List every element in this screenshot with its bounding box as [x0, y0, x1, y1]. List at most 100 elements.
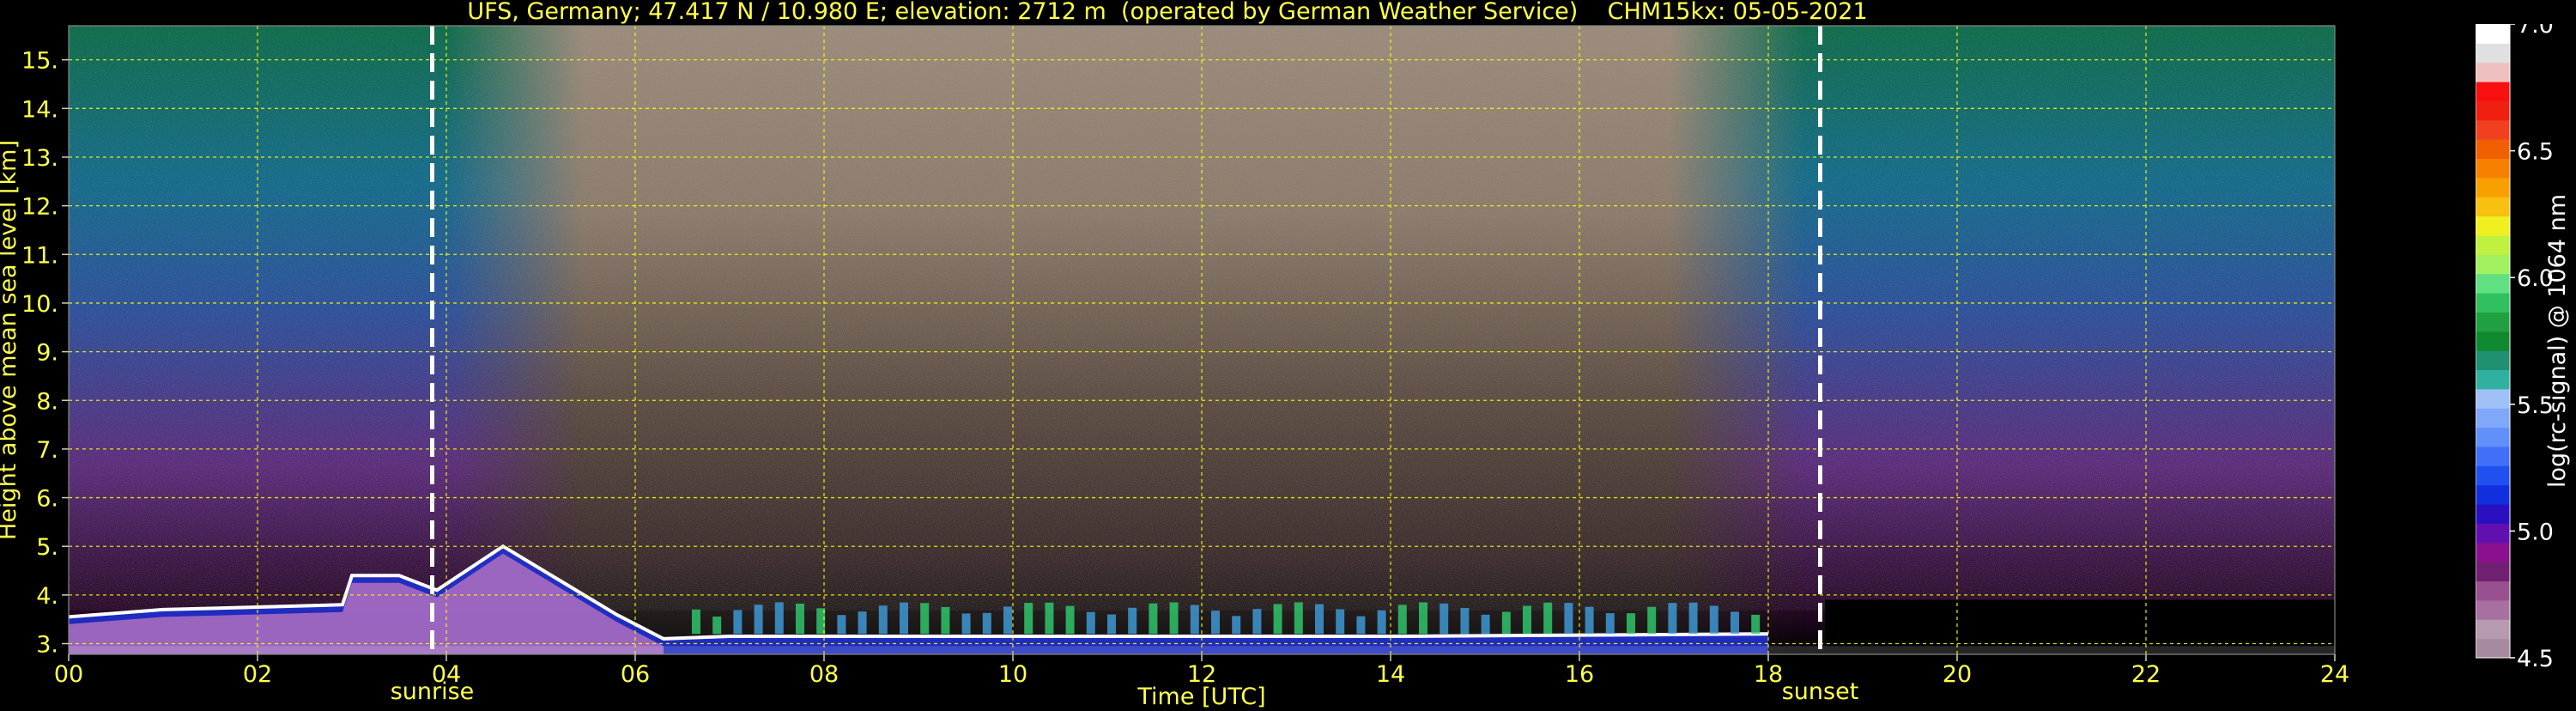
colorbar-segment — [2476, 350, 2510, 371]
convective-plume — [1501, 611, 1511, 635]
colorbar-segment — [2476, 504, 2510, 524]
convective-plume — [1668, 603, 1677, 635]
convective-plume — [1169, 602, 1179, 635]
colorbar-tick-label: 5.0 — [2517, 519, 2554, 545]
convective-plume — [900, 602, 908, 635]
convective-plume — [1751, 614, 1761, 635]
colorbar-segment — [2476, 197, 2510, 217]
convective-plume — [961, 613, 971, 635]
colorbar-segment — [2476, 139, 2510, 160]
colorbar-segment — [2476, 638, 2510, 659]
convective-plume — [1605, 613, 1615, 635]
x-axis-label: Time [UTC] — [1136, 684, 1265, 710]
colorbar-segment — [2476, 484, 2510, 505]
y-tick-label: 4. — [36, 583, 58, 610]
colorbar-segment — [2476, 119, 2510, 140]
colorbar-segment — [2476, 82, 2510, 101]
convective-plume — [796, 603, 804, 635]
y-tick-label: 14. — [21, 96, 58, 123]
convective-plume — [1585, 606, 1594, 635]
colorbar-segment — [2476, 312, 2510, 332]
plot-svg: 00 02 04 06 08 10 12 14 16 18 20 22 243.4.5.6.7.8.9.… — [0, 25, 2349, 710]
convective-plume — [1128, 607, 1137, 635]
convective-plume — [733, 610, 742, 635]
convective-plume — [692, 609, 700, 635]
y-tick-label: 7. — [36, 437, 58, 464]
colorbar-segment — [2476, 293, 2510, 313]
convective-plume — [1356, 616, 1366, 635]
colorbar-svg: 4.55.05.56.06.57.0log(rc-signal) @ 1064 … — [2475, 12, 2571, 672]
y-tick-label: 11. — [21, 242, 58, 269]
y-axis-label: Height above mean sea level [km] — [0, 140, 21, 540]
x-tick-label: 10 — [998, 661, 1027, 688]
convective-plume — [1377, 610, 1386, 635]
y-tick-label: 8. — [36, 388, 58, 415]
y-tick-label: 10. — [21, 291, 58, 318]
convective-plume — [1045, 602, 1054, 635]
colorbar-segment — [2476, 158, 2510, 179]
colorbar-segment — [2476, 216, 2510, 236]
colorbar-segment — [2476, 542, 2510, 562]
colorbar-segment — [2476, 427, 2510, 447]
y-tick-label: 15. — [21, 48, 58, 75]
colorbar-segment — [2476, 447, 2510, 466]
x-tick-label: 14 — [1376, 661, 1405, 688]
convective-plume — [1149, 603, 1158, 635]
colorbar-segment — [2476, 388, 2510, 409]
x-tick-label: 02 — [243, 661, 272, 688]
convective-plume — [1252, 609, 1262, 635]
convective-plume — [1211, 611, 1220, 635]
convective-plume — [1419, 602, 1427, 635]
convective-plume — [1003, 606, 1012, 635]
y-tick-label: 3. — [36, 632, 58, 659]
x-tick-label: 22 — [2131, 661, 2161, 688]
colorbar-segment — [2476, 523, 2510, 544]
colorbar-segment — [2476, 235, 2510, 255]
convective-plume — [1647, 606, 1657, 635]
convective-plume — [1481, 614, 1490, 635]
convective-plume — [1543, 602, 1553, 635]
convective-plume — [1460, 608, 1470, 635]
x-tick-label: 08 — [809, 661, 839, 688]
convective-plume — [920, 603, 930, 635]
colorbar-tick-label: 4.5 — [2517, 646, 2554, 672]
colorbar-segment — [2476, 100, 2510, 121]
convective-plume — [1086, 611, 1095, 635]
annotation-label-sunset: sunset — [1782, 678, 1859, 705]
y-tick-label: 13. — [21, 145, 58, 172]
colorbar-segment — [2476, 599, 2510, 620]
convective-plume — [1440, 603, 1449, 635]
colorbar-segment — [2476, 562, 2510, 582]
convective-plume — [858, 611, 867, 635]
x-tick-label: 18 — [1754, 661, 1783, 688]
convective-plume — [774, 602, 784, 635]
convective-plume — [1336, 609, 1345, 635]
convective-plume — [1107, 614, 1116, 635]
colorbar-segment — [2476, 331, 2510, 351]
convective-plume — [878, 605, 888, 635]
y-tick-label: 5. — [36, 534, 58, 561]
convective-plume — [1564, 603, 1573, 635]
colorbar-tick-label: 6.5 — [2517, 139, 2554, 166]
y-tick-label: 9. — [36, 340, 58, 367]
convective-plume — [1232, 616, 1241, 635]
convective-plume — [1730, 611, 1739, 635]
x-tick-label: 20 — [1943, 661, 1972, 688]
colorbar-segment — [2476, 24, 2510, 44]
convective-plume — [1627, 613, 1635, 635]
x-tick-label: 00 — [54, 661, 83, 688]
convective-plume — [1273, 604, 1282, 635]
colorbar: 4.5 5.0 5.5 6.0 6.5 7.0 log(rc-signal) @ 1064 … — [2475, 12, 2576, 689]
colorbar-segment — [2476, 177, 2510, 198]
convective-plume — [1024, 603, 1033, 635]
convective-plume — [712, 617, 722, 635]
colorbar-segment — [2476, 62, 2510, 82]
colorbar-segment — [2476, 273, 2510, 294]
colorbar-label: log(rc-signal) @ 1064 nm — [2544, 194, 2571, 488]
convective-plume — [837, 615, 846, 635]
colorbar-segment — [2476, 619, 2510, 640]
x-tick-label: 06 — [621, 661, 650, 688]
convective-plume — [982, 612, 991, 635]
colorbar-segment — [2476, 580, 2510, 601]
convective-plume — [1709, 605, 1718, 635]
